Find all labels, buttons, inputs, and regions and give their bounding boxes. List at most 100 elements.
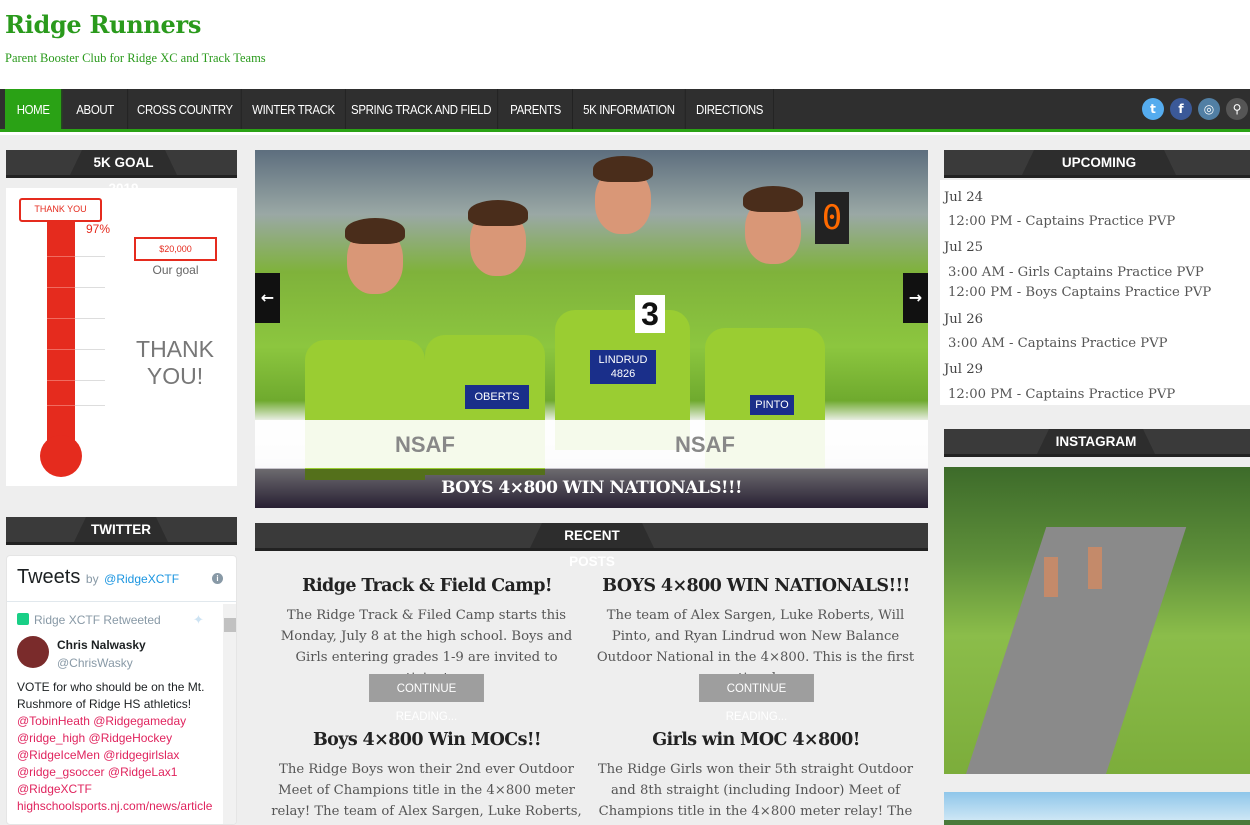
continue-reading-button[interactable]: CONTINUE READING... <box>699 674 814 723</box>
event-item[interactable]: 12:00 PM - Boys Captains Practice PVP <box>948 285 1211 300</box>
banner-text: NSAF <box>675 432 735 457</box>
post-title[interactable]: Ridge Track & Field Camp! <box>267 576 587 596</box>
tweet-text: VOTE for who should be on the Mt. Rushmo… <box>17 680 205 711</box>
retweet-icon <box>17 613 29 625</box>
tweets-by: by <box>85 572 99 586</box>
event-date: Jul 25 <box>944 240 983 255</box>
thermo-tick <box>47 287 75 288</box>
tweet-author[interactable]: Chris Nalwasky <box>57 638 146 652</box>
instagram-icon[interactable]: ◎ <box>1198 98 1220 120</box>
slider-next-button[interactable]: → <box>903 273 928 323</box>
banner-text: NSAF <box>395 432 455 457</box>
thermo-tick <box>75 287 105 288</box>
event-date: Jul 29 <box>944 362 983 377</box>
thermo-tick <box>47 380 75 381</box>
thermometer-fill <box>47 215 75 445</box>
instagram-photo[interactable] <box>944 467 1250 774</box>
runner-figure <box>1044 557 1058 597</box>
instagram-photo[interactable] <box>944 792 1250 825</box>
thermo-tick <box>75 318 105 319</box>
instagram-widget-header: INSTAGRAM <box>944 429 1250 457</box>
nav-home[interactable]: HOME <box>5 89 63 129</box>
nav-cross-country[interactable]: CROSS COUNTRY <box>129 89 242 129</box>
race-clock: 0 <box>815 192 849 244</box>
event-item[interactable]: 12:00 PM - Captains Practice PVP <box>948 214 1175 229</box>
event-item[interactable]: 12:00 PM - Captains Practice PVP <box>948 387 1175 402</box>
tweet-body: VOTE for who should be on the Mt. Rushmo… <box>17 679 217 815</box>
goal-percent: 97% <box>86 222 111 236</box>
tweet-author-handle[interactable]: @ChrisWasky <box>57 656 133 670</box>
main-nav: HOME ABOUT CROSS COUNTRY WINTER TRACK SP… <box>0 89 1250 132</box>
twitter-widget-header: TWITTER <box>6 517 237 545</box>
thank-line-1: THANK <box>136 336 214 362</box>
runner-figure <box>1088 547 1102 589</box>
search-icon[interactable]: ⚲ <box>1226 98 1248 120</box>
thermo-tick <box>47 405 75 406</box>
race-bib: LINDRUD 4826 <box>590 350 656 384</box>
thermo-tick <box>75 349 105 350</box>
post-title[interactable]: Boys 4×800 Win MOCs!! <box>267 730 587 750</box>
recent-posts-title: RECENT POSTS <box>530 523 654 569</box>
nav-winter-track[interactable]: WINTER TRACK <box>242 89 346 129</box>
race-number: 3 <box>635 295 665 333</box>
scrollbar-thumb[interactable] <box>224 618 236 632</box>
runner-hair <box>593 156 653 182</box>
twitter-timeline[interactable]: Tweets by @RidgeXCTF i Ridge XCTF Retwee… <box>6 555 237 825</box>
thank-line-2: YOU! <box>146 363 204 389</box>
post-title[interactable]: Girls win MOC 4×800! <box>596 730 916 750</box>
site-header: Ridge Runners Parent Booster Club for Ri… <box>0 0 1250 89</box>
event-date: Jul 24 <box>944 190 983 205</box>
nav-5k-information[interactable]: 5K INFORMATION <box>573 89 686 129</box>
divider <box>7 601 236 602</box>
twitter-widget-title: TWITTER <box>74 517 168 542</box>
runner-hair <box>468 200 528 226</box>
timeline-scrollbar[interactable] <box>223 604 236 824</box>
trail-path <box>961 527 1187 774</box>
tweets-title: Tweets <box>17 566 81 588</box>
featured-slider[interactable]: 0 OBERTS LINDRUD 4826 3 PINTO NSAF NSAF <box>255 150 928 508</box>
bib-name: LINDRUD <box>598 354 648 366</box>
tweet-mention[interactable]: @RidgeIceMen @ridgegirlslax <box>17 747 217 764</box>
twitter-icon[interactable]: t <box>1142 98 1164 120</box>
finish-banner: NSAF NSAF <box>255 420 928 468</box>
facebook-icon[interactable]: f <box>1170 98 1192 120</box>
event-item[interactable]: 3:00 AM - Captains Practice PVP <box>948 336 1168 351</box>
post-excerpt: The Ridge Boys won their 2nd ever Outdoo… <box>271 762 582 819</box>
thank-you-text: THANK YOU! <box>120 336 230 390</box>
goal-label: Our goal <box>152 263 199 277</box>
thank-you-banner: THANK YOU <box>19 198 102 222</box>
nav-spring-track[interactable]: SPRING TRACK AND FIELD <box>345 89 499 129</box>
info-icon[interactable]: i <box>212 573 223 584</box>
tweet-mention[interactable]: @ridge_gsoccer @RidgeLax1 <box>17 764 217 781</box>
post-excerpt: The Ridge Girls won their 5th straight O… <box>597 762 914 819</box>
retweet-label: Ridge XCTF Retweeted <box>34 613 161 627</box>
post-title[interactable]: BOYS 4×800 WIN NATIONALS!!! <box>596 576 916 596</box>
nav-parents[interactable]: PARENTS <box>499 89 573 129</box>
thermo-tick <box>75 405 105 406</box>
race-bib: PINTO <box>750 395 794 415</box>
events-widget-title: UPCOMING EVENTS <box>1022 150 1176 196</box>
thermo-tick <box>47 349 75 350</box>
thermo-tick <box>75 256 105 257</box>
avatar[interactable] <box>17 636 49 668</box>
thermo-tick <box>47 256 75 257</box>
tweet-link[interactable]: highschoolsports.nj.com/news/article <box>17 798 217 815</box>
slider-caption[interactable]: BOYS 4×800 WIN NATIONALS!!! <box>255 469 928 508</box>
tweet-mention[interactable]: @TobinHeath @Ridgegameday <box>17 713 217 730</box>
nav-about[interactable]: ABOUT <box>63 89 129 129</box>
nav-directions[interactable]: DIRECTIONS <box>686 89 774 129</box>
slider-prev-button[interactable]: ← <box>255 273 280 323</box>
goal-widget-header: 5K GOAL 2019 <box>6 150 237 196</box>
tweet-mention[interactable]: @RidgeXCTF <box>17 781 217 798</box>
continue-reading-button[interactable]: CONTINUE READING... <box>369 674 484 723</box>
tweet-mention[interactable]: @ridge_high @RidgeHockey <box>17 730 217 747</box>
race-bib: OBERTS <box>465 385 529 409</box>
thermo-tick <box>75 380 105 381</box>
event-item[interactable]: 3:00 AM - Girls Captains Practice PVP <box>948 265 1204 280</box>
treeline <box>944 820 1250 825</box>
tweets-handle[interactable]: @RidgeXCTF <box>104 572 179 586</box>
tweets-header: Tweets by @RidgeXCTF <box>17 566 179 589</box>
twitter-bird-icon: ✦ <box>193 612 204 627</box>
site-title[interactable]: Ridge Runners <box>5 10 201 39</box>
recent-posts-header: RECENT POSTS <box>255 523 928 569</box>
